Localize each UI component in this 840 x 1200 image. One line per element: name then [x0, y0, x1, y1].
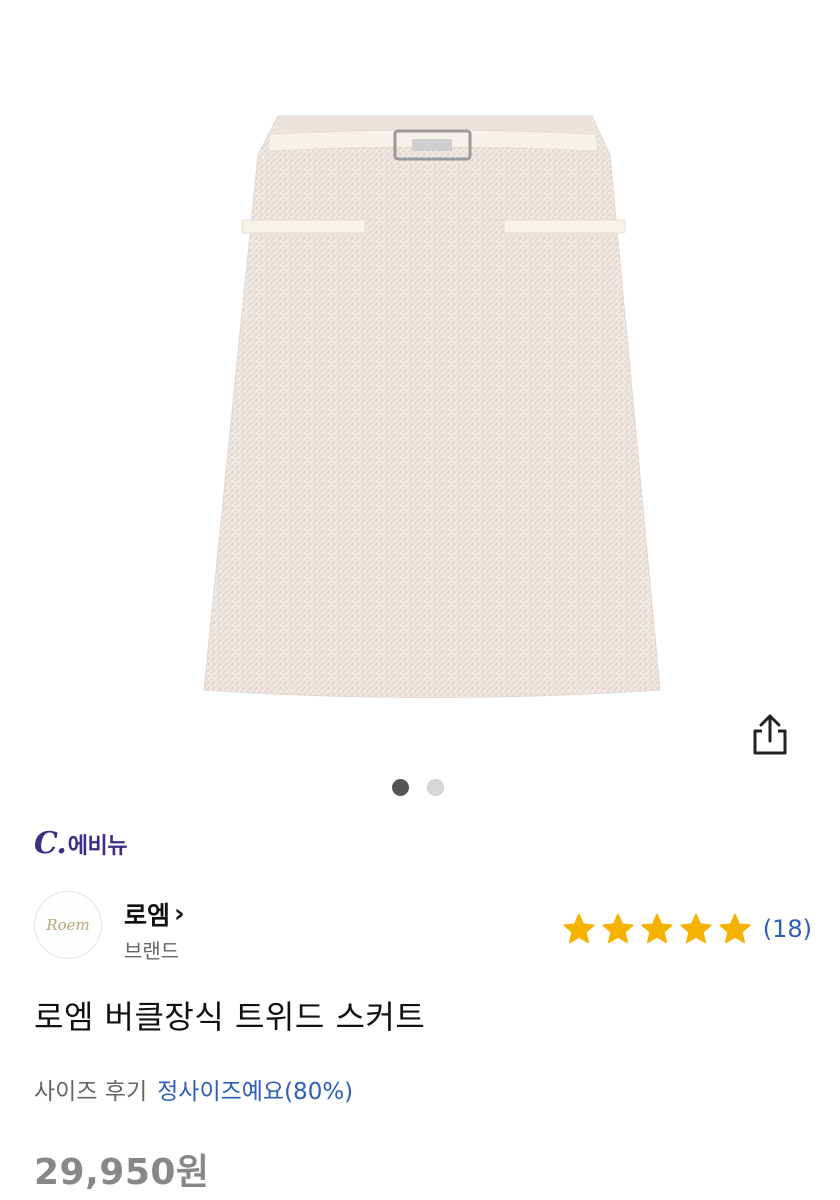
- size-review: 사이즈 후기 정사이즈예요(80%): [34, 1072, 353, 1106]
- carousel-dot-active[interactable]: [392, 779, 409, 796]
- review-count[interactable]: (18): [763, 915, 812, 943]
- star-icon: [680, 913, 712, 944]
- store-logo-c: C.: [34, 826, 67, 861]
- brand-type-label: 브랜드: [124, 939, 180, 963]
- star-icon: [602, 913, 634, 944]
- tweed-skirt-image: [203, 115, 661, 698]
- star-rating: [562, 912, 752, 946]
- carousel-dot[interactable]: [427, 779, 444, 796]
- brand-name: 로엠: [124, 901, 171, 930]
- size-review-label: 사이즈 후기: [34, 1079, 148, 1105]
- share-icon: [753, 714, 787, 755]
- product-title: 로엠 버클장식 트위드 스커트: [34, 998, 426, 1036]
- rating[interactable]: (18): [562, 912, 812, 946]
- store-logo-name: 에비뉴: [67, 834, 128, 859]
- star-icon: [563, 913, 595, 944]
- store-logo[interactable]: C. 에비뉴: [34, 826, 128, 862]
- carousel-indicator: [392, 779, 444, 796]
- star-icon: [719, 913, 751, 944]
- share-button[interactable]: [748, 713, 792, 757]
- star-icon: [641, 913, 673, 944]
- brand-logo-text: Roem: [46, 916, 90, 934]
- product-price: 29,950원: [34, 1152, 210, 1193]
- brand-avatar[interactable]: Roem: [34, 891, 102, 959]
- chevron-right-icon: ›: [174, 899, 185, 929]
- product-image-carousel[interactable]: [0, 0, 840, 770]
- size-review-value[interactable]: 정사이즈예요(80%): [157, 1072, 353, 1106]
- brand-link[interactable]: 로엠 ›: [124, 896, 185, 932]
